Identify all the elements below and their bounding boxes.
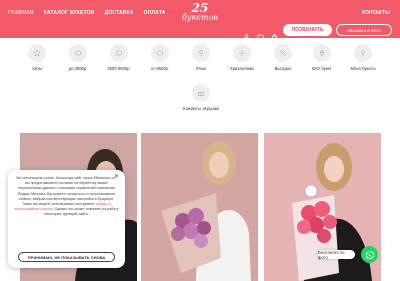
call-button[interactable]: ПОЗВОНИТЬ — [283, 24, 332, 36]
category-hits[interactable]: Хиты — [17, 44, 57, 71]
nav-catalog[interactable]: КАТАЛОГ БУКЕТОВ — [44, 10, 95, 16]
order-max-button[interactable]: Заказать в MAX — [336, 24, 392, 36]
category-label: Хиты — [31, 66, 43, 71]
category-mono-bouquets[interactable]: Моно букеты — [343, 44, 383, 71]
cookie-consent-dialog: ✕ Мы используем cookie. Используя сайт «… — [8, 170, 125, 268]
whatsapp-chat-button[interactable] — [361, 246, 378, 263]
category-label: ВАУ букет — [312, 66, 332, 71]
chrysanthemum-icon — [233, 44, 251, 62]
category-under-3500[interactable]: до 3500р. — [58, 44, 98, 71]
accept-cookies-button[interactable]: ПРИНИМАЮ, НЕ ПОКАЗЫВАТЬ СНОВА — [18, 252, 115, 262]
category-wow-bouquet[interactable]: ВАУ букет — [302, 44, 342, 71]
cookie-text-tail: . Однако это может повлиять на работу не… — [44, 207, 119, 217]
heart-icon[interactable] — [257, 28, 264, 41]
category-label: 3500-6500р. — [107, 66, 131, 71]
category-sweets-toys[interactable]: Конфеты, игрушки — [181, 84, 221, 111]
logo-word: букетов — [181, 12, 219, 22]
site-logo[interactable]: 25 букетов — [178, 0, 222, 24]
whatsapp-icon — [365, 250, 374, 259]
category-label: Моно букеты — [350, 66, 376, 71]
category-label: Розы — [196, 66, 206, 71]
category-chrysanthemums[interactable]: Хризантемы — [222, 44, 262, 71]
close-icon[interactable]: ✕ — [114, 173, 119, 180]
product-card[interactable] — [141, 133, 258, 281]
nav-home[interactable]: ГЛАВНАЯ — [8, 10, 34, 16]
main-nav: ГЛАВНАЯ КАТАЛОГ БУКЕТОВ ДОСТАВКА ОПЛАТА — [8, 10, 166, 16]
category-label: от 6500р. — [150, 66, 170, 71]
price-icon — [110, 44, 128, 62]
category-3500-6500[interactable]: 3500-6500р. — [99, 44, 139, 71]
category-over-6500[interactable]: от 6500р. — [140, 44, 180, 71]
product-photo — [141, 133, 258, 281]
nav-delivery[interactable]: ДОСТАВКА — [105, 10, 134, 16]
category-roses[interactable]: Розы — [181, 44, 221, 71]
category-label: Конфеты, игрушки — [183, 106, 219, 111]
discount-icon — [274, 44, 292, 62]
category-label: до 3500р. — [68, 66, 88, 71]
site-header: ГЛАВНАЯ КАТАЛОГ БУКЕТОВ ДОСТАВКА ОПЛАТА … — [0, 0, 400, 41]
rose-icon — [192, 44, 210, 62]
category-deals[interactable]: Выгодно — [263, 44, 303, 71]
category-label: Выгодно — [274, 66, 292, 71]
header-icons — [243, 28, 278, 41]
user-icon[interactable] — [243, 28, 250, 41]
cart-icon[interactable] — [271, 28, 278, 41]
flower-icon — [354, 44, 372, 62]
nav-contacts[interactable]: КОНТАКТЫ — [362, 10, 390, 16]
price-icon — [69, 44, 87, 62]
category-label: Хризантемы — [229, 66, 255, 71]
photo-question-button[interactable]: Бесплатно по фото — [318, 250, 355, 260]
bouquet-icon — [313, 44, 331, 62]
logo-number: 25 — [191, 0, 209, 15]
price-icon — [151, 44, 169, 62]
gift-icon — [192, 84, 210, 102]
nav-payment[interactable]: ОПЛАТА — [144, 10, 166, 16]
star-icon — [28, 44, 46, 62]
cookie-text: Мы используем cookie. Используя сайт «ww… — [14, 176, 119, 218]
